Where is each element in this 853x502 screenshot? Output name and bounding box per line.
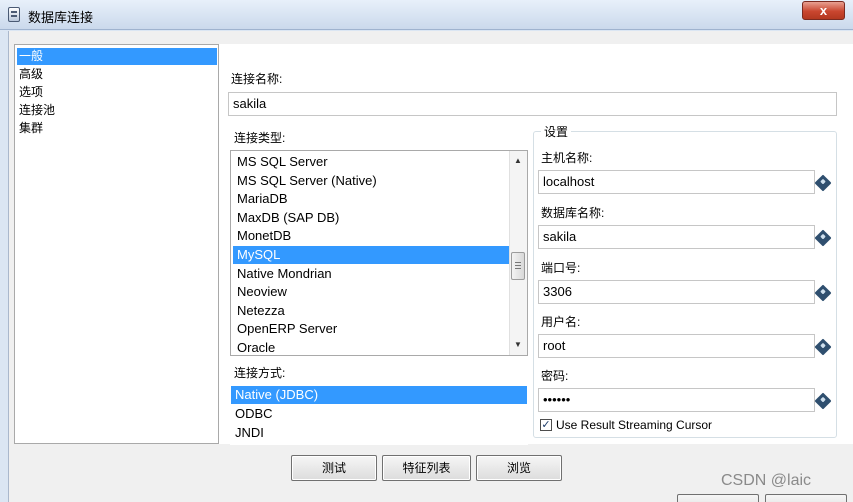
nav-list: 一般 高级 选项 连接池 集群 xyxy=(14,44,219,444)
list-item-selected[interactable]: MySQL xyxy=(233,246,509,264)
username-input[interactable]: root xyxy=(538,334,815,358)
ok-button[interactable] xyxy=(677,494,759,502)
title-bar xyxy=(0,0,853,30)
streaming-cursor-label: Use Result Streaming Cursor xyxy=(556,418,713,432)
list-item[interactable]: MS SQL Server (Native) xyxy=(233,172,509,190)
nav-item-general[interactable]: 一般 xyxy=(17,48,217,65)
username-label: 用户名: xyxy=(541,315,581,329)
watermark-text: CSDN @laic xyxy=(721,472,812,489)
connection-name-label: 连接名称: xyxy=(231,72,283,86)
connection-type-list[interactable]: MS SQL Server MS SQL Server (Native) Mar… xyxy=(230,150,528,356)
port-label: 端口号: xyxy=(541,261,581,275)
test-button[interactable]: 测试 xyxy=(291,455,377,481)
scroll-thumb[interactable] xyxy=(511,252,525,280)
list-item[interactable]: JNDI xyxy=(231,424,507,442)
explore-button[interactable]: 浏览 xyxy=(476,455,562,481)
feature-list-button[interactable]: 特征列表 xyxy=(382,455,471,481)
nav-item-pooling[interactable]: 连接池 xyxy=(17,102,217,119)
host-name-label: 主机名称: xyxy=(541,151,593,165)
list-item[interactable]: OpenERP Server xyxy=(233,320,509,338)
list-item[interactable]: MS SQL Server xyxy=(233,153,509,171)
scroll-down-arrow-icon[interactable]: ▼ xyxy=(509,337,527,353)
list-item[interactable]: MariaDB xyxy=(233,190,509,208)
access-method-label: 连接方式: xyxy=(234,366,286,380)
nav-item-advanced[interactable]: 高级 xyxy=(17,66,217,83)
database-icon xyxy=(8,7,20,22)
database-name-input[interactable]: sakila xyxy=(538,225,815,249)
streaming-cursor-checkbox[interactable]: ✓ xyxy=(540,419,552,431)
list-item[interactable]: Oracle xyxy=(233,339,509,355)
list-item[interactable]: MonetDB xyxy=(233,227,509,245)
password-input[interactable]: •••••• xyxy=(538,388,815,412)
scroll-up-arrow-icon[interactable]: ▲ xyxy=(509,153,527,169)
access-method-list[interactable]: Native (JDBC) ODBC JNDI xyxy=(230,383,528,445)
close-button[interactable]: x xyxy=(802,1,845,20)
list-item[interactable]: Netezza xyxy=(233,302,509,320)
settings-legend: 设置 xyxy=(541,123,572,140)
connection-type-label: 连接类型: xyxy=(234,131,286,145)
port-input[interactable]: 3306 xyxy=(538,280,815,304)
connection-name-input[interactable]: sakila xyxy=(228,92,837,116)
nav-item-clustering[interactable]: 集群 xyxy=(17,120,217,137)
list-item[interactable]: ODBC xyxy=(231,405,507,423)
list-item[interactable]: Neoview xyxy=(233,283,509,301)
list-item-selected[interactable]: Native (JDBC) xyxy=(231,386,527,404)
nav-item-options[interactable]: 选项 xyxy=(17,84,217,101)
list-item[interactable]: MaxDB (SAP DB) xyxy=(233,209,509,227)
list-item[interactable]: Native Mondrian xyxy=(233,265,509,283)
host-name-input[interactable]: localhost xyxy=(538,170,815,194)
cancel-button[interactable] xyxy=(765,494,847,502)
password-label: 密码: xyxy=(541,369,569,383)
window-title: 数据库连接 xyxy=(28,10,94,25)
database-name-label: 数据库名称: xyxy=(541,206,605,220)
